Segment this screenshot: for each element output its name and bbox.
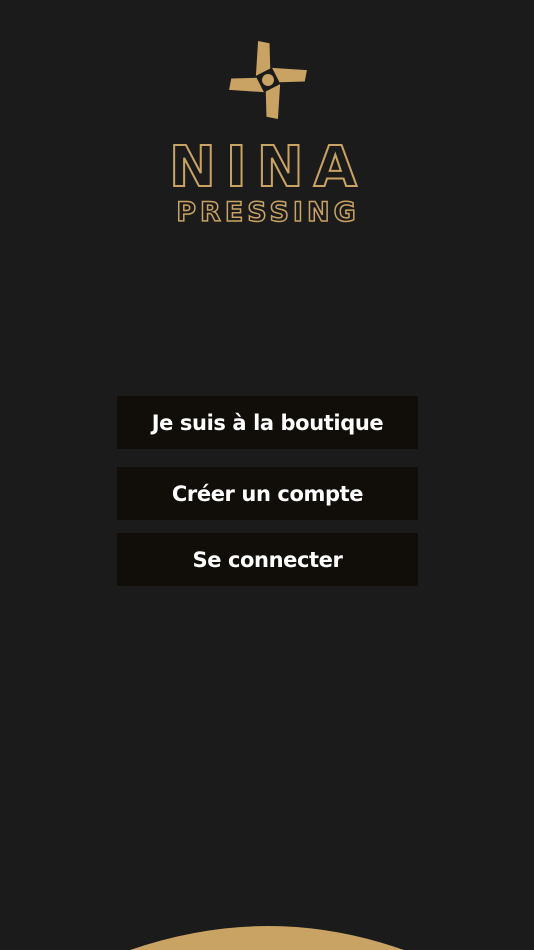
action-buttons: Je suis à la boutique Créer un compte Se… — [117, 396, 418, 586]
welcome-screen: NINA PRESSING Je suis à la boutique Crée… — [0, 0, 534, 950]
brand-logo: NINA PRESSING — [168, 41, 367, 229]
create-account-button[interactable]: Créer un compte — [117, 467, 418, 520]
brand-name-pressing: PRESSING — [176, 197, 360, 228]
brand-name-nina: NINA — [169, 135, 367, 200]
in-store-button[interactable]: Je suis à la boutique — [117, 396, 418, 449]
bottom-wave-decoration — [130, 926, 404, 950]
login-button[interactable]: Se connecter — [117, 533, 418, 586]
pinwheel-logo-icon — [229, 41, 307, 119]
